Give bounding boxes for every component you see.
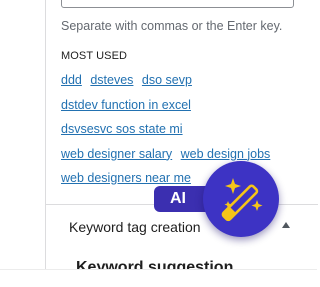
tag-link[interactable]: dstdev function in excel [61, 98, 191, 112]
tag-hint: Separate with commas or the Enter key. [61, 19, 283, 33]
tag-link[interactable]: dsteves [90, 73, 133, 87]
tag-link[interactable]: web designer salary [61, 147, 172, 161]
ai-assistant-button[interactable] [203, 161, 279, 237]
keyword-suggestion-heading: Keyword suggestion [76, 259, 234, 269]
tag-link[interactable]: web design jobs [181, 147, 271, 161]
tag-link[interactable]: dso sevp [142, 73, 192, 87]
tag-link[interactable]: dsvsesvc sos state mi [61, 122, 183, 136]
section-title[interactable]: Keyword tag creation [69, 219, 201, 235]
most-used-heading: MOST USED [61, 50, 128, 62]
tag-link[interactable]: ddd [61, 73, 82, 87]
magic-wand-icon [221, 178, 263, 222]
tag-input[interactable] [61, 0, 294, 8]
collapse-arrow-icon[interactable] [282, 222, 290, 228]
bottom-bar [0, 269, 317, 287]
tag-link[interactable]: web designers near me [61, 171, 191, 185]
